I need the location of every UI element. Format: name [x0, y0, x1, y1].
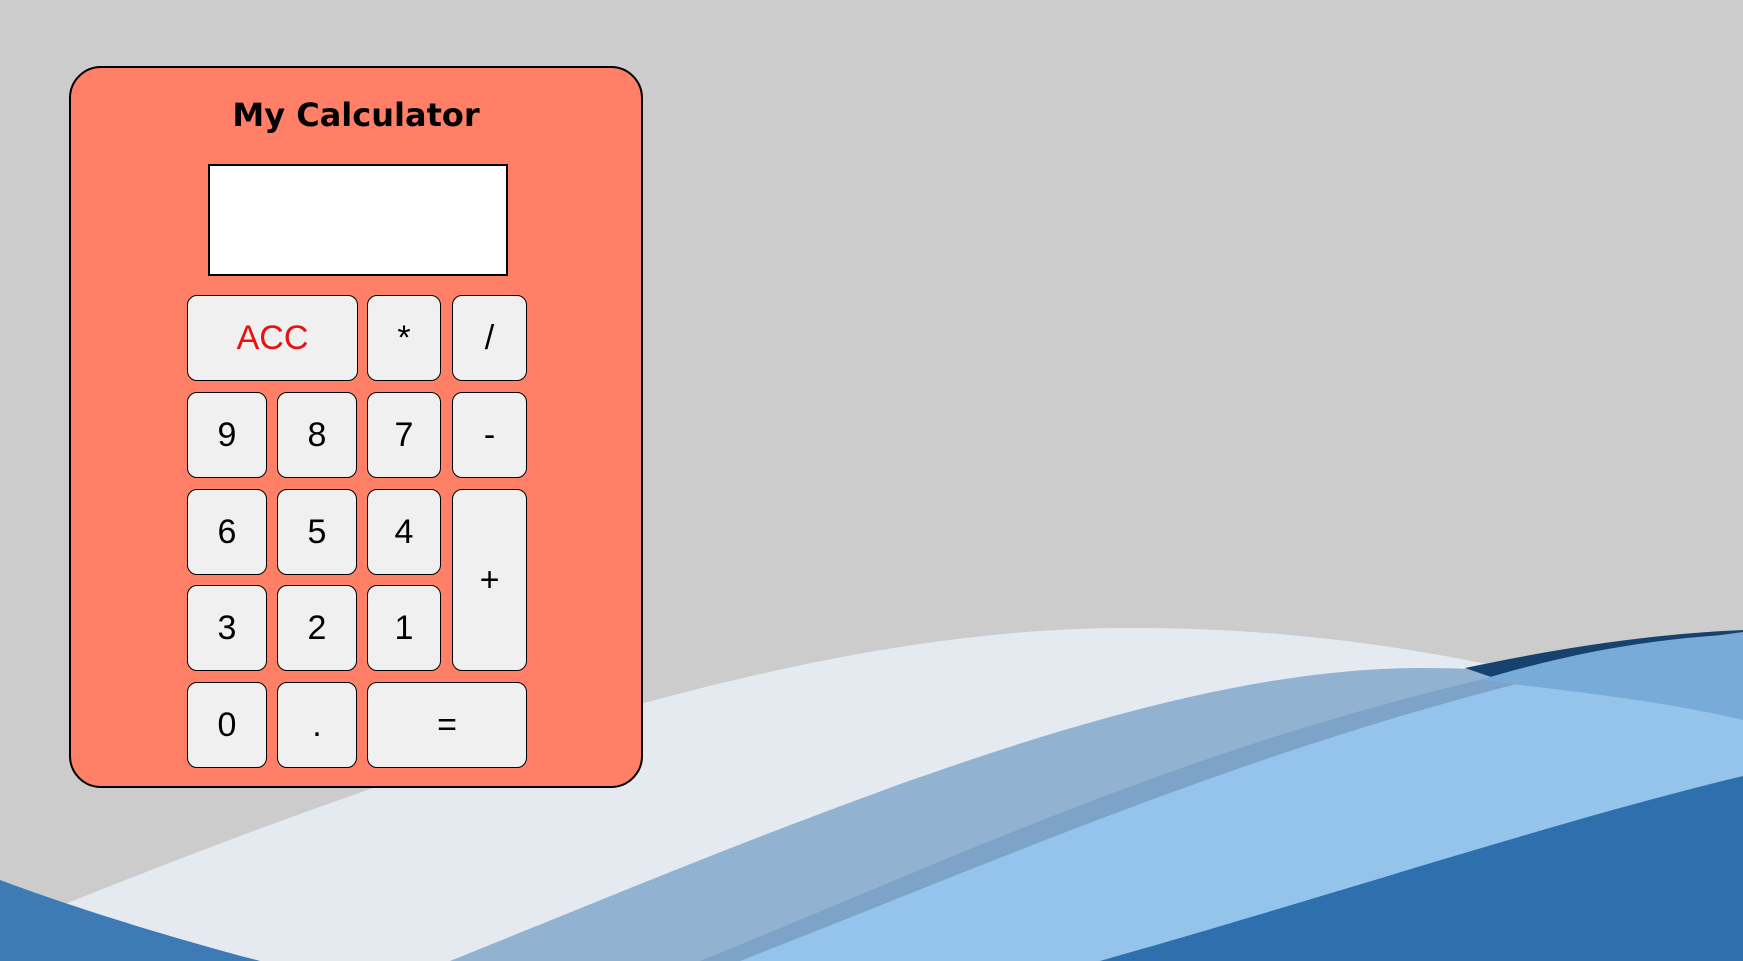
calculator-title: My Calculator [232, 96, 480, 134]
calculator: My Calculator ACC * / 9 8 7 - 6 5 4 + 3 … [69, 66, 643, 788]
digit-1-button[interactable]: 1 [367, 585, 441, 671]
clear-all-button[interactable]: ACC [187, 295, 358, 381]
digit-5-button[interactable]: 5 [277, 489, 357, 575]
multiply-button[interactable]: * [367, 295, 441, 381]
digit-4-button[interactable]: 4 [367, 489, 441, 575]
digit-2-button[interactable]: 2 [277, 585, 357, 671]
digit-7-button[interactable]: 7 [367, 392, 441, 478]
minus-button[interactable]: - [452, 392, 527, 478]
divide-button[interactable]: / [452, 295, 527, 381]
digit-6-button[interactable]: 6 [187, 489, 267, 575]
equals-button[interactable]: = [367, 682, 527, 768]
digit-3-button[interactable]: 3 [187, 585, 267, 671]
plus-button[interactable]: + [452, 489, 527, 671]
calculator-display[interactable] [208, 164, 508, 276]
digit-8-button[interactable]: 8 [277, 392, 357, 478]
decimal-point-button[interactable]: . [277, 682, 357, 768]
digit-9-button[interactable]: 9 [187, 392, 267, 478]
digit-0-button[interactable]: 0 [187, 682, 267, 768]
